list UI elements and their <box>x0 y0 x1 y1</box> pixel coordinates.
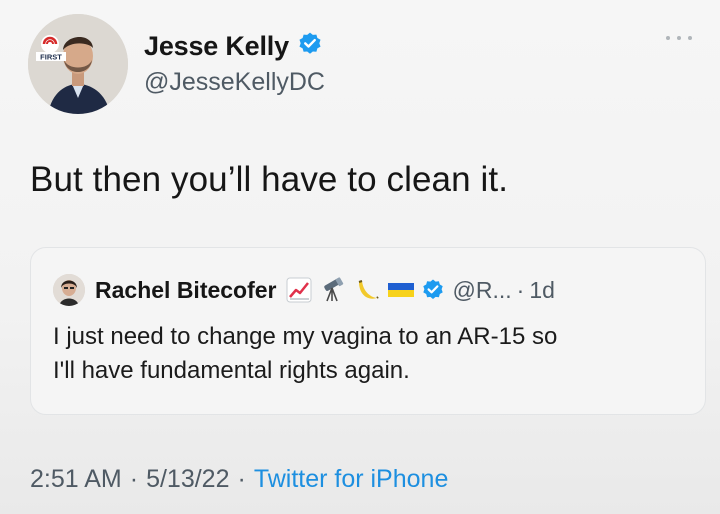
banana-emoji <box>353 276 381 304</box>
quote-tweet-text: I just need to change my vagina to an AR… <box>53 320 683 388</box>
quote-author-row: Rachel Bitecofer @R... · 1d <box>53 274 555 306</box>
quote-author-avatar <box>53 274 85 306</box>
tweet-text: But then you’ll have to clean it. <box>30 160 509 199</box>
tweet-time[interactable]: 2:51 AM <box>30 465 122 494</box>
quote-author-handle[interactable]: @R... <box>453 277 512 304</box>
verified-badge-icon <box>297 31 323 62</box>
tweet-metadata: 2:51 AM · 5/13/22 · Twitter for iPhone <box>30 462 448 496</box>
quote-timestamp[interactable]: 1d <box>529 277 555 304</box>
more-options-icon[interactable] <box>666 34 692 42</box>
tweet-header: FIRST Jesse Kelly @JesseKellyDC <box>28 14 692 114</box>
author-avatar[interactable]: FIRST <box>28 14 128 114</box>
ukraine-flag-emoji <box>387 276 415 304</box>
chart-increasing-emoji <box>285 276 313 304</box>
author-names: Jesse Kelly @JesseKellyDC <box>144 28 325 97</box>
quote-author-display-name[interactable]: Rachel Bitecofer <box>95 277 277 304</box>
quote-tweet-card[interactable]: Rachel Bitecofer @R... · 1d I just need … <box>30 247 706 415</box>
tweet-date[interactable]: 5/13/22 <box>146 465 229 494</box>
tweet-source-link[interactable]: Twitter for iPhone <box>254 465 449 494</box>
avatar-badge-text: FIRST <box>40 53 62 62</box>
telescope-emoji <box>319 276 347 304</box>
quote-text-line-2: I'll have fundamental rights again. <box>53 357 410 384</box>
meta-separator-2: · <box>237 464 246 493</box>
quote-separator: · <box>516 276 525 303</box>
quote-verified-badge-icon <box>421 278 445 302</box>
meta-separator-1: · <box>129 464 139 493</box>
author-display-name[interactable]: Jesse Kelly <box>144 31 289 62</box>
quote-text-line-1: I just need to change my vagina to an AR… <box>53 323 558 350</box>
author-handle[interactable]: @JesseKellyDC <box>144 68 325 97</box>
